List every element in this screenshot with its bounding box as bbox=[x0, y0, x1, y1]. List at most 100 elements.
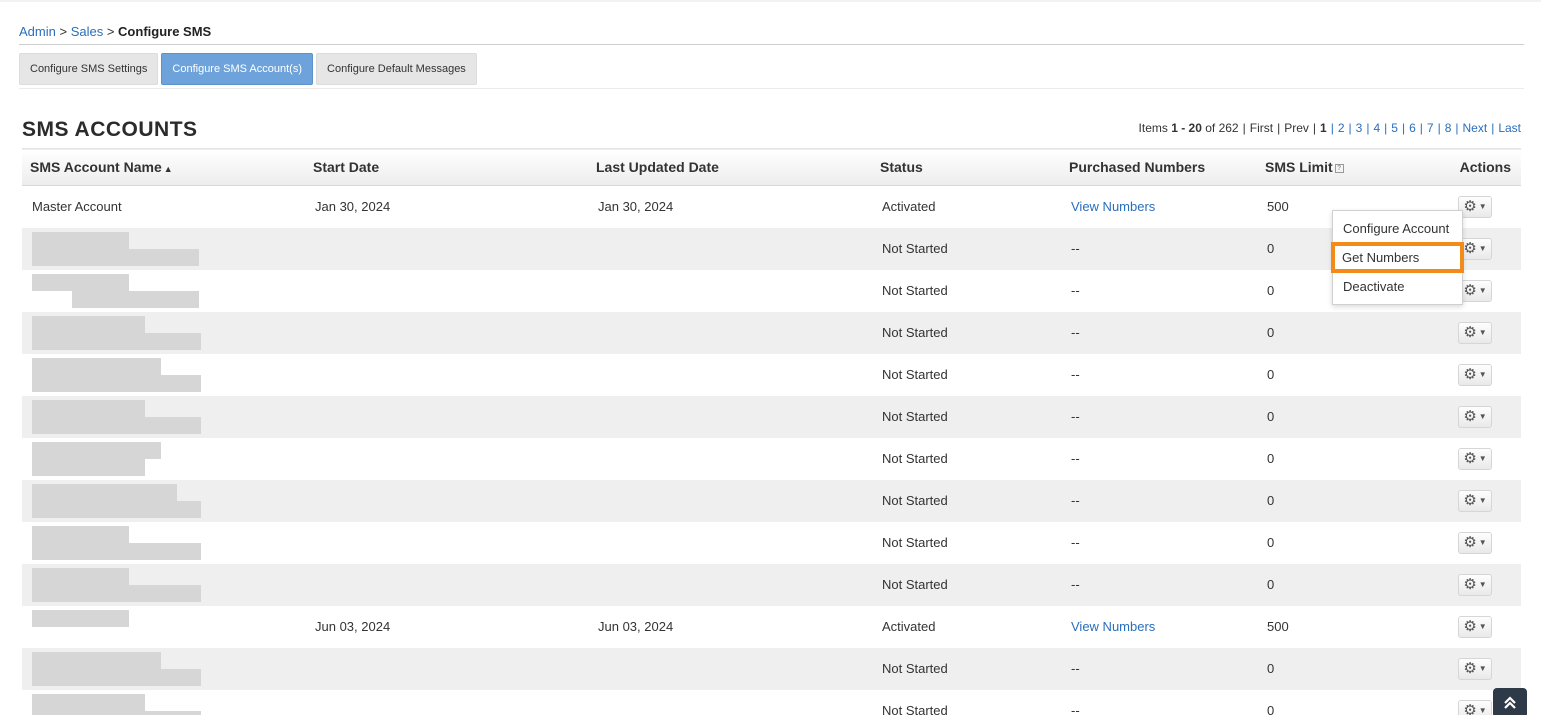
sms-limit: 500 bbox=[1267, 619, 1289, 634]
pager-next[interactable]: Next bbox=[1463, 121, 1488, 135]
actions-gear-button[interactable]: ⚙ ▼ bbox=[1458, 321, 1492, 344]
actions-gear-button[interactable]: ⚙ ▼ bbox=[1458, 489, 1492, 512]
status: Not Started bbox=[882, 535, 948, 550]
caret-down-icon: ▼ bbox=[1478, 369, 1487, 379]
last-updated-date bbox=[588, 396, 872, 438]
sms-limit: 0 bbox=[1267, 661, 1275, 676]
pager-prev: Prev bbox=[1284, 121, 1309, 135]
table-row: Jun 03, 2024 Jun 03, 2024 Activated View Nu… bbox=[22, 606, 1521, 648]
pager-page-7[interactable]: 7 bbox=[1427, 121, 1434, 135]
actions-gear-button[interactable]: ⚙ ▼ bbox=[1458, 363, 1492, 386]
redacted-block bbox=[32, 273, 202, 308]
caret-down-icon: ▼ bbox=[1478, 453, 1487, 463]
status: Not Started bbox=[882, 703, 948, 715]
pager-page-2[interactable]: 2 bbox=[1338, 121, 1345, 135]
pager-current-page: 1 bbox=[1320, 121, 1327, 135]
actions-gear-button[interactable]: ⚙ ▼ bbox=[1458, 279, 1492, 302]
table-row: Not Started -- 0 ⚙ ▼ bbox=[22, 690, 1521, 715]
redacted-block bbox=[32, 483, 202, 518]
last-updated-date bbox=[588, 270, 872, 312]
menu-item-configure-account[interactable]: Configure Account bbox=[1333, 214, 1462, 243]
last-updated-date bbox=[588, 522, 872, 564]
help-icon[interactable]: ? bbox=[1334, 163, 1344, 173]
actions-gear-button[interactable]: ⚙ ▼ bbox=[1458, 531, 1492, 554]
gear-icon: ⚙ bbox=[1463, 534, 1477, 551]
purchased-numbers: -- bbox=[1071, 451, 1080, 466]
pager-page-8[interactable]: 8 bbox=[1445, 121, 1452, 135]
actions-gear-button[interactable]: ⚙ ▼ bbox=[1458, 447, 1492, 470]
menu-item-deactivate[interactable]: Deactivate bbox=[1333, 272, 1462, 301]
start-date bbox=[305, 522, 588, 564]
caret-down-icon: ▼ bbox=[1478, 579, 1487, 589]
last-updated-date bbox=[588, 312, 872, 354]
tab-configure-sms-settings[interactable]: Configure SMS Settings bbox=[19, 53, 159, 85]
start-date bbox=[305, 480, 588, 522]
column-header-name[interactable]: SMS Account Name ▲ bbox=[22, 149, 305, 186]
caret-down-icon: ▼ bbox=[1478, 327, 1487, 337]
purchased-numbers: -- bbox=[1071, 241, 1080, 256]
actions-gear-button[interactable]: ⚙ ▼ bbox=[1458, 699, 1492, 715]
page-title: SMS ACCOUNTS bbox=[22, 118, 198, 141]
view-numbers-link[interactable]: View Numbers bbox=[1071, 619, 1155, 634]
actions-gear-button[interactable]: ⚙ ▼ bbox=[1458, 615, 1492, 638]
redacted-block bbox=[32, 441, 202, 476]
actions-gear-button[interactable]: ⚙ ▼ bbox=[1458, 657, 1492, 680]
last-updated-date: Jan 30, 2024 bbox=[598, 199, 674, 215]
actions-gear-button[interactable]: ⚙ ▼ bbox=[1458, 405, 1492, 428]
view-numbers-link[interactable]: View Numbers bbox=[1071, 199, 1155, 214]
account-name-redacted bbox=[22, 564, 305, 606]
breadcrumb-current: Configure SMS bbox=[118, 24, 212, 39]
sms-limit: 0 bbox=[1267, 325, 1275, 340]
table-row: Not Started -- 0 ⚙ ▼ bbox=[22, 354, 1521, 396]
sms-limit: 0 bbox=[1267, 535, 1275, 550]
status: Not Started bbox=[882, 577, 948, 592]
purchased-numbers: -- bbox=[1071, 283, 1080, 298]
tab-configure-default-messages[interactable]: Configure Default Messages bbox=[316, 53, 477, 85]
actions-gear-button[interactable]: ⚙ ▼ bbox=[1458, 573, 1492, 596]
top-border bbox=[0, 0, 1541, 2]
column-header-last-updated[interactable]: Last Updated Date bbox=[588, 149, 872, 186]
table-row: Not Started -- 0 ⚙ ▼ bbox=[22, 311, 1521, 354]
menu-item-get-numbers[interactable]: Get Numbers bbox=[1331, 242, 1464, 273]
actions-cell: ⚙ ▼ bbox=[1447, 354, 1521, 396]
gear-icon: ⚙ bbox=[1463, 240, 1477, 257]
column-header-status[interactable]: Status bbox=[872, 149, 1061, 186]
pager-total: of 262 bbox=[1201, 121, 1239, 135]
actions-cell: ⚙ ▼ bbox=[1447, 564, 1521, 606]
status: Not Started bbox=[882, 409, 948, 424]
actions-cell: ⚙ ▼ bbox=[1447, 522, 1521, 564]
tab-configure-sms-accounts[interactable]: Configure SMS Account(s) bbox=[161, 53, 314, 85]
actions-gear-button[interactable]: ⚙ ▼ bbox=[1458, 237, 1492, 260]
purchased-numbers: -- bbox=[1071, 493, 1080, 508]
gear-icon: ⚙ bbox=[1463, 492, 1477, 509]
breadcrumb-admin-link[interactable]: Admin bbox=[19, 24, 56, 39]
start-date bbox=[305, 354, 588, 396]
actions-gear-button[interactable]: ⚙ ▼ bbox=[1458, 195, 1492, 218]
status: Not Started bbox=[882, 283, 948, 298]
tab-bar: Configure SMS Settings Configure SMS Acc… bbox=[19, 53, 477, 85]
pager-last[interactable]: Last bbox=[1498, 121, 1521, 135]
status: Activated bbox=[882, 199, 936, 215]
table-row: Not Started -- 0 ⚙ ▼ bbox=[22, 270, 1521, 312]
last-updated-date bbox=[588, 354, 872, 396]
purchased-numbers: -- bbox=[1071, 367, 1080, 382]
breadcrumb-divider bbox=[19, 44, 1524, 45]
breadcrumb-sales-link[interactable]: Sales bbox=[71, 24, 104, 39]
table-row: Not Started -- 0 ⚙ ▼ bbox=[22, 522, 1521, 564]
scroll-to-top-button[interactable] bbox=[1493, 688, 1527, 715]
account-name-redacted bbox=[22, 228, 305, 270]
pager-page-6[interactable]: 6 bbox=[1409, 121, 1416, 135]
redacted-block bbox=[32, 525, 202, 560]
start-date bbox=[305, 270, 588, 312]
pager-page-5[interactable]: 5 bbox=[1391, 121, 1398, 135]
account-name-redacted bbox=[22, 438, 305, 480]
pager-page-4[interactable]: 4 bbox=[1373, 121, 1380, 135]
last-updated-date bbox=[588, 228, 872, 270]
caret-down-icon: ▼ bbox=[1478, 663, 1487, 673]
column-header-start-date[interactable]: Start Date bbox=[305, 149, 588, 186]
sms-limit: 0 bbox=[1267, 367, 1275, 382]
status: Not Started bbox=[882, 493, 948, 508]
table-row: Not Started -- 0 ⚙ ▼ bbox=[22, 563, 1521, 606]
pager-page-3[interactable]: 3 bbox=[1356, 121, 1363, 135]
table-row: Master Account Jan 30, 2024 Jan 30, 2024 Ac… bbox=[22, 186, 1521, 228]
